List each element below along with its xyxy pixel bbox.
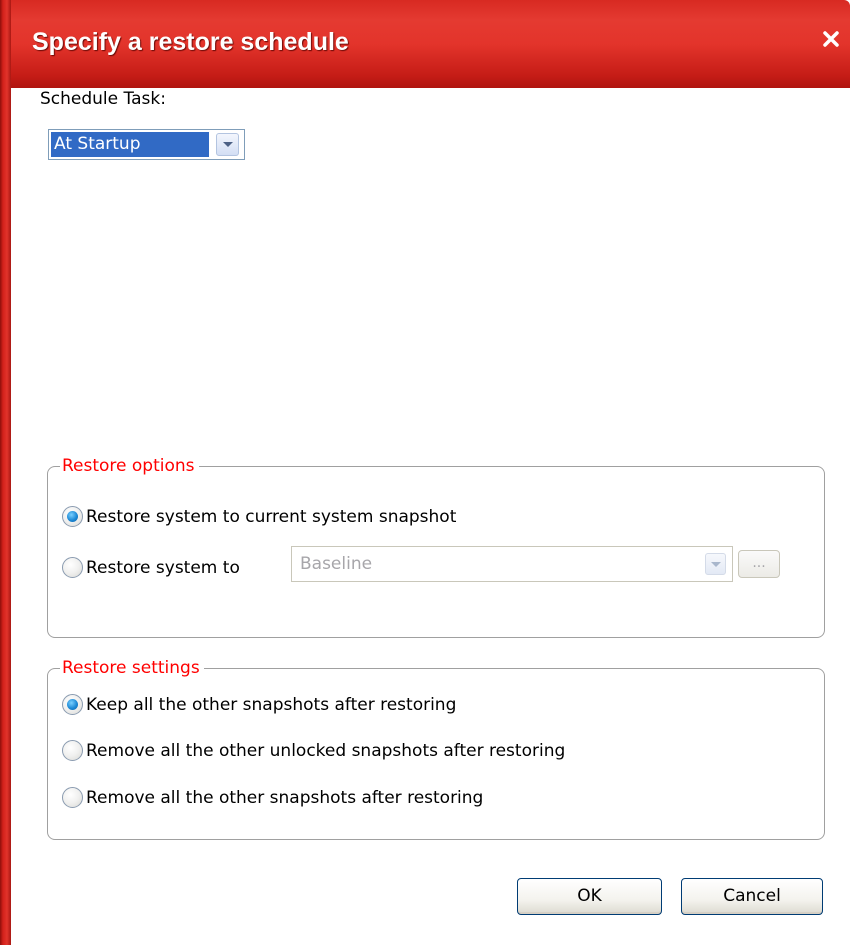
title-bar[interactable]: Specify a restore schedule [0, 0, 850, 88]
schedule-task-label: Schedule Task: [40, 89, 166, 109]
window-title: Specify a restore schedule [32, 28, 349, 56]
remove-all-snapshots-label: Remove all the other snapshots after res… [86, 788, 484, 808]
remove-unlocked-snapshots-radio[interactable] [62, 740, 83, 761]
schedule-dropdown-button[interactable] [216, 133, 239, 156]
chevron-down-icon [711, 562, 721, 567]
window-frame-left [0, 0, 11, 945]
chevron-down-icon [223, 142, 233, 147]
dialog-content: Schedule Task: At Startup Restore option… [11, 88, 850, 945]
browse-button[interactable]: ... [738, 550, 780, 578]
snapshot-dropdown[interactable]: Baseline [291, 546, 733, 582]
restore-to-snapshot-radio[interactable] [62, 557, 83, 578]
schedule-task-value: At Startup [51, 132, 209, 157]
restore-options-group: Restore options Restore system to curren… [47, 455, 825, 638]
restore-schedule-dialog: Specify a restore schedule Schedule Task… [0, 0, 850, 945]
close-icon [823, 31, 839, 47]
restore-current-snapshot-label: Restore system to current system snapsho… [86, 507, 457, 527]
restore-current-snapshot-radio[interactable] [62, 506, 83, 527]
remove-all-snapshots-radio[interactable] [62, 787, 83, 808]
snapshot-dropdown-button[interactable] [705, 553, 726, 575]
restore-options-legend: Restore options [60, 455, 199, 477]
restore-settings-group: Restore settings Keep all the other snap… [47, 657, 825, 840]
schedule-task-dropdown[interactable]: At Startup [48, 129, 245, 160]
cancel-button[interactable]: Cancel [681, 878, 823, 915]
keep-snapshots-label: Keep all the other snapshots after resto… [86, 695, 457, 715]
remove-unlocked-snapshots-label: Remove all the other unlocked snapshots … [86, 741, 566, 761]
snapshot-dropdown-value: Baseline [300, 554, 373, 574]
keep-snapshots-radio[interactable] [62, 694, 83, 715]
restore-to-snapshot-label: Restore system to [86, 558, 240, 578]
restore-settings-legend: Restore settings [60, 657, 204, 679]
close-button[interactable] [818, 26, 844, 52]
ok-button[interactable]: OK [517, 878, 662, 915]
